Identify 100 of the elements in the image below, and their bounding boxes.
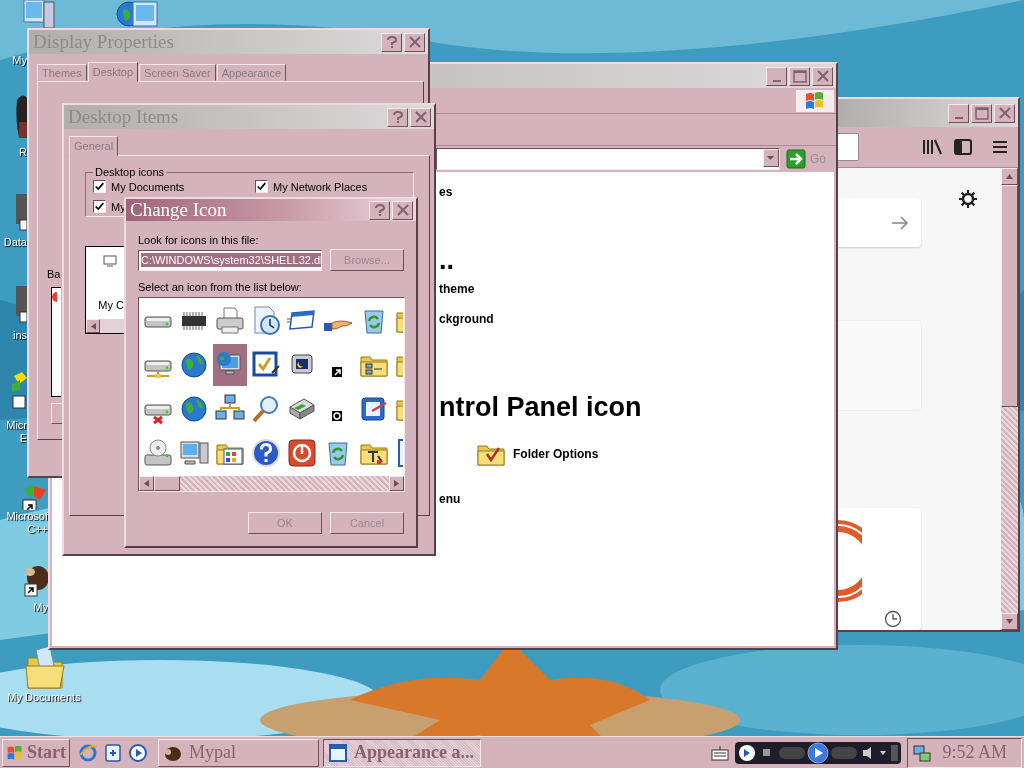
network-icon[interactable] [912, 742, 933, 763]
caret-icon [767, 156, 775, 160]
check-icon [256, 181, 267, 192]
sidebar-button[interactable] [954, 139, 972, 155]
file-path-field[interactable]: C:\WINDOWS\system32\SHELL32.dl [138, 249, 322, 271]
checkbox-label: My Documents [111, 180, 185, 193]
taskbar-button[interactable]: Mypal [158, 738, 319, 767]
search-field[interactable] [838, 133, 859, 161]
check-icon [94, 181, 105, 192]
icon-label: E [19, 432, 27, 445]
section-heading: .. [439, 246, 454, 274]
close-button[interactable] [410, 107, 431, 127]
tab[interactable]: Appearance [216, 64, 287, 81]
icon-label: R [19, 146, 27, 159]
window-title: Change Icon [130, 199, 228, 221]
scroll-thumb[interactable] [154, 476, 180, 491]
media-controls-drawing[interactable] [735, 740, 902, 765]
list-item-icon [52, 292, 57, 302]
menu-button[interactable] [992, 140, 1008, 154]
maximize-icon [973, 106, 990, 120]
desktop-icon[interactable] [103, 742, 123, 763]
scroll-left-icon [90, 322, 96, 330]
start-button[interactable]: Start [2, 738, 70, 767]
close-button[interactable] [404, 32, 425, 52]
flag-icon [804, 91, 826, 110]
tab[interactable]: Screen Saver [139, 64, 216, 81]
tab[interactable]: Desktop [87, 62, 139, 82]
close-button[interactable] [994, 103, 1015, 123]
icon-label: My [12, 54, 27, 67]
scroll-down-icon [1006, 619, 1013, 624]
cancel-button[interactable]: Cancel [330, 512, 404, 534]
maximize-button[interactable] [789, 66, 810, 86]
task-link[interactable]: ckground [439, 312, 494, 326]
scroll-thumb[interactable] [1001, 185, 1018, 407]
computer-icon [102, 253, 118, 269]
scroll-right-button[interactable] [389, 476, 404, 491]
maximize-icon [791, 69, 808, 83]
scroll-left-button[interactable] [86, 319, 100, 333]
keyboard-icon[interactable] [711, 744, 730, 761]
taskbar-button[interactable]: Appearance a... [323, 738, 481, 767]
scroll-down-button[interactable] [1001, 613, 1018, 630]
network-computer-icon[interactable] [115, 0, 161, 28]
icon-label: ins [12, 329, 27, 342]
dropdown-button[interactable] [763, 149, 779, 167]
minimize-button[interactable] [766, 66, 787, 86]
close-icon [412, 110, 429, 124]
close-icon [814, 69, 831, 83]
checkbox[interactable] [255, 180, 268, 193]
ok-button[interactable]: OK [248, 512, 322, 534]
icon-label: Microsof [6, 510, 48, 523]
list-box[interactable] [51, 287, 61, 397]
scroll-right-icon [394, 480, 399, 487]
scrollbar[interactable] [139, 476, 404, 491]
help-button[interactable] [381, 32, 402, 52]
scroll-left-icon [144, 480, 149, 487]
icon-list[interactable] [138, 297, 405, 492]
minimize-button[interactable] [948, 103, 969, 123]
computer-icon[interactable] [22, 0, 56, 28]
maximize-button[interactable] [971, 103, 992, 123]
close-button[interactable] [812, 66, 833, 86]
control-panel-item[interactable]: Folder Options [513, 447, 599, 461]
checkbox[interactable] [93, 180, 106, 193]
section-heading: ntrol Panel icon [439, 393, 642, 421]
tab[interactable]: General [69, 136, 119, 156]
scroll-left-button[interactable] [139, 476, 154, 491]
task-link[interactable]: theme [439, 282, 475, 296]
checkbox-label: My Network Places [273, 180, 368, 193]
task-link[interactable]: enu [439, 492, 461, 506]
icon-label: My C [98, 299, 124, 311]
group-label: Desktop icons [94, 166, 166, 178]
arrow-icon [891, 215, 909, 230]
browse-button[interactable]: Browse... [330, 249, 404, 271]
icon-preview-list[interactable]: My C [85, 246, 124, 334]
program-icon[interactable] [10, 372, 27, 412]
minimize-icon [772, 79, 781, 82]
close-button[interactable] [392, 200, 413, 220]
minimize-icon [954, 116, 963, 119]
scrollbar[interactable] [1001, 168, 1018, 630]
help-button[interactable] [369, 200, 390, 220]
address-field[interactable] [436, 148, 780, 170]
checkbox[interactable] [93, 200, 106, 213]
tab[interactable]: Themes [37, 64, 87, 81]
close-icon [406, 35, 423, 49]
menu-icon [992, 140, 1008, 154]
scroll-up-icon [1006, 174, 1013, 179]
field-label: Select an icon from the list below: [138, 281, 302, 293]
task-link[interactable]: es [439, 185, 453, 199]
media-player-icon[interactable] [128, 742, 148, 763]
icon-label: Micr [6, 419, 27, 432]
go-arrow-icon [786, 149, 806, 169]
icon-label: C++ [27, 523, 48, 536]
field-label: Ba [47, 268, 61, 280]
settings-button[interactable] [959, 190, 977, 208]
scroll-up-button[interactable] [1001, 168, 1018, 185]
close-icon [996, 106, 1013, 120]
library-button[interactable] [922, 138, 944, 156]
button[interactable] [51, 403, 62, 424]
icon-label: My [33, 601, 48, 614]
computer-icon[interactable] [213, 344, 247, 386]
help-button[interactable] [387, 107, 408, 127]
